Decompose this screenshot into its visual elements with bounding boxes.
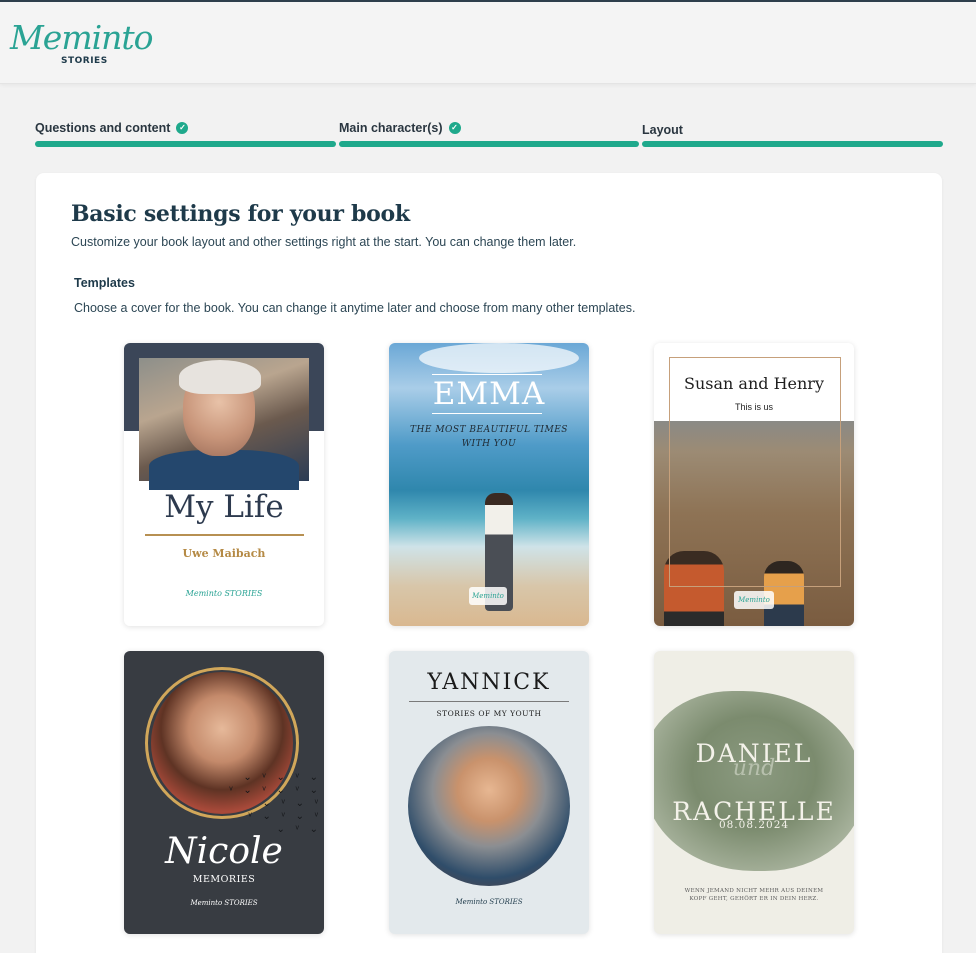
template-my-life[interactable]: My Life Uwe Maibach Meminto STORIES xyxy=(124,343,324,626)
templates-description: Choose a cover for the book. You can cha… xyxy=(74,301,636,315)
cover-divider xyxy=(432,374,542,375)
meminto-logo[interactable]: Meminto STORIES xyxy=(10,18,154,70)
cover-subtitle: THE MOST BEAUTIFUL TIMES WITH YOU xyxy=(410,425,568,449)
template-susan-and-henry[interactable]: Susan and Henry This is us Meminto xyxy=(654,343,854,626)
step-label: Main character(s) xyxy=(339,121,443,135)
check-circle-icon: ✓ xyxy=(176,122,189,134)
cover-title: Nicole xyxy=(165,831,283,872)
templates-heading: Templates xyxy=(74,276,135,290)
cover-logo: Meminto xyxy=(734,591,774,609)
template-daniel-und-rachelle[interactable]: DANIEL RACHELLE und 08.08.2024 WENN JEMA… xyxy=(654,651,854,934)
logo-wordmark: Meminto xyxy=(10,18,154,57)
cover-logo: Meminto STORIES xyxy=(190,899,258,907)
template-emma[interactable]: EMMA THE MOST BEAUTIFUL TIMES WITH YOU M… xyxy=(389,343,589,626)
step-layout[interactable]: Layout xyxy=(642,120,943,150)
cover-divider xyxy=(432,413,542,414)
step-label: Layout xyxy=(642,123,683,137)
app-header: Meminto STORIES xyxy=(0,2,976,84)
cover-photo xyxy=(139,358,309,490)
cover-title-connector: und xyxy=(732,756,776,781)
cover-divider xyxy=(145,534,304,536)
step-main-characters[interactable]: Main character(s) ✓ xyxy=(339,120,639,150)
step-progress-bar xyxy=(642,141,943,147)
logo-subtitle: STORIES xyxy=(61,56,108,66)
cover-subtitle: MEMORIES xyxy=(192,874,256,885)
cover-author: Uwe Maibach xyxy=(182,547,266,560)
cover-date: 08.08.2024 xyxy=(718,819,790,831)
step-questions-and-content[interactable]: Questions and content ✓ xyxy=(35,120,336,150)
page-subtitle: Customize your book layout and other set… xyxy=(71,235,577,249)
settings-card: Basic settings for your book Customize y… xyxy=(36,173,942,953)
cover-subtitle: STORIES OF MY YOUTH xyxy=(436,709,542,718)
cover-divider xyxy=(409,701,569,702)
cover-title: DANIEL RACHELLE xyxy=(654,739,854,826)
cover-title: Susan and Henry xyxy=(684,374,824,393)
step-label: Questions and content xyxy=(35,121,171,135)
cover-title: My Life xyxy=(164,489,284,525)
step-progress-bar xyxy=(35,141,336,147)
template-yannick[interactable]: YANNICK STORIES OF MY YOUTH Meminto STOR… xyxy=(389,651,589,934)
cover-quote: WENN JEMAND NICHT MEHR AUS DEINEM KOPF G… xyxy=(684,888,824,902)
progress-steps: Questions and content ✓ Main character(s… xyxy=(35,120,943,150)
cover-title: EMMA xyxy=(432,376,546,412)
cover-logo: Meminto STORIES xyxy=(185,589,263,598)
cover-logo: Meminto STORIES xyxy=(455,898,523,906)
template-nicole[interactable]: ⌄ ᵛ ⌄ ᵛ ⌄ ᵛ ⌄ ᵛ ⌄ ᵛ ⌄ ⌄ ᵛ ⌄ ᵛᵛ ⌄ ᵛ ⌄ ᵛ ⌄ ᵛ … xyxy=(124,651,324,934)
cover-logo: Meminto xyxy=(469,587,507,605)
cover-title: YANNICK xyxy=(427,670,551,695)
cover-subtitle: This is us xyxy=(734,402,773,412)
cover-photo xyxy=(419,343,579,373)
cover-photo xyxy=(408,726,570,886)
step-progress-bar xyxy=(339,141,639,147)
page-title: Basic settings for your book xyxy=(71,201,410,227)
check-circle-icon: ✓ xyxy=(448,122,461,134)
